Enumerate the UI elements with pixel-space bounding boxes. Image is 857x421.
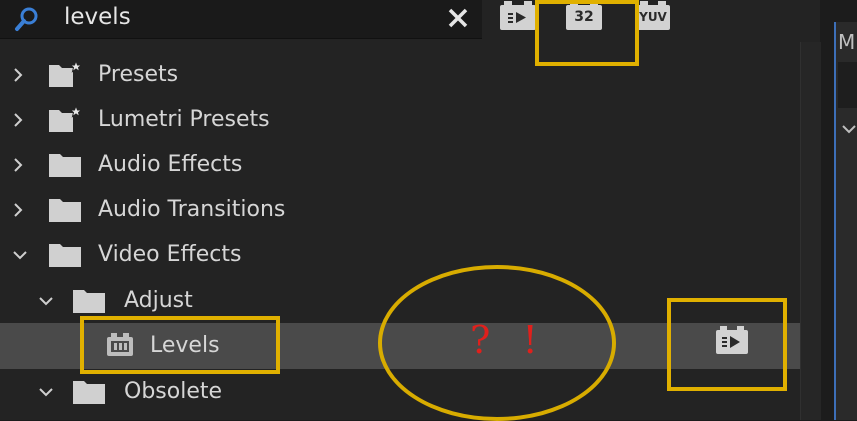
folder-icon xyxy=(73,381,105,404)
close-icon[interactable] xyxy=(444,4,472,32)
tree-item-label: Presets xyxy=(98,62,179,87)
tree-item-label: Obsolete xyxy=(124,379,223,404)
tree-item-presets[interactable]: Presets xyxy=(0,52,800,98)
annotation-box-levels xyxy=(80,316,280,374)
tree-item-lumetri-presets[interactable]: Lumetri Presets xyxy=(0,97,800,143)
accelerated-effects-filter-button[interactable] xyxy=(500,1,536,30)
adjacent-panel-field[interactable] xyxy=(838,62,857,108)
chevron-right-icon[interactable] xyxy=(10,67,26,83)
chevron-down-icon[interactable] xyxy=(12,247,28,263)
chevron-down-icon[interactable] xyxy=(38,384,54,400)
yuv-filter-button[interactable]: YUV xyxy=(636,1,670,30)
folder-icon xyxy=(49,199,81,222)
annotation-box-accelerated xyxy=(667,298,787,391)
annotation-box-32bit xyxy=(535,0,639,66)
accelerated-icon xyxy=(508,12,526,23)
folder-icon xyxy=(49,154,81,177)
folder-icon xyxy=(49,244,81,267)
tree-item-label: Audio Effects xyxy=(98,152,243,177)
preset-folder-icon xyxy=(49,60,82,87)
tree-item-label: Lumetri Presets xyxy=(98,107,270,132)
chevron-right-icon[interactable] xyxy=(10,112,26,128)
scrollbar-track[interactable] xyxy=(800,42,821,420)
tree-item-video-effects[interactable]: Video Effects xyxy=(0,232,800,278)
chevron-right-icon[interactable] xyxy=(10,202,26,218)
tree-item-label: Audio Transitions xyxy=(98,197,286,222)
preset-folder-icon xyxy=(49,105,82,132)
annotation-text: ? ! xyxy=(470,318,548,362)
folder-icon xyxy=(73,290,105,313)
chevron-down-icon[interactable] xyxy=(38,293,54,309)
chevron-right-icon[interactable] xyxy=(10,157,26,173)
search-bar: levels xyxy=(0,0,482,39)
tree-item-audio-transitions[interactable]: Audio Transitions xyxy=(0,187,800,233)
search-icon xyxy=(15,7,38,31)
search-input[interactable]: levels xyxy=(64,0,131,38)
tree-item-label: Video Effects xyxy=(98,242,242,267)
adjacent-panel-tab[interactable]: M xyxy=(838,30,855,54)
chevron-down-icon[interactable] xyxy=(842,122,856,136)
tree-item-audio-effects[interactable]: Audio Effects xyxy=(0,142,800,188)
